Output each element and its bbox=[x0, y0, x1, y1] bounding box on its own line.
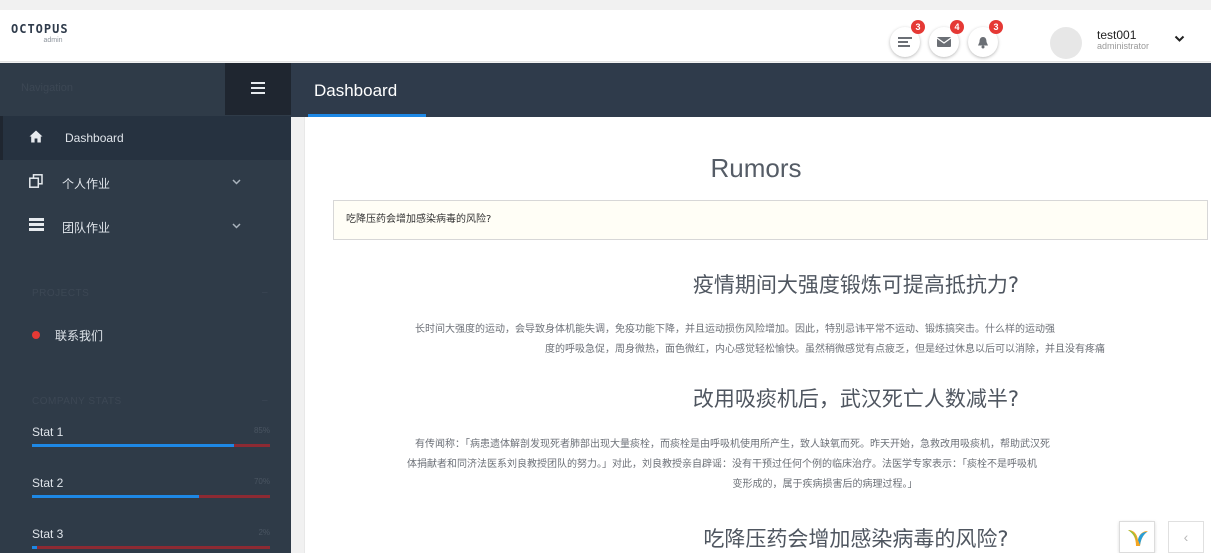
sidebar-item-label: 个人作业 bbox=[62, 177, 111, 191]
stat-percent: 85% bbox=[253, 426, 270, 435]
tasks-icon bbox=[898, 37, 912, 47]
help-widget-button[interactable] bbox=[1119, 521, 1155, 553]
stat-label: Stat 3 bbox=[32, 527, 64, 541]
user-name[interactable]: test001 bbox=[1097, 28, 1136, 42]
stat-progress-fill bbox=[32, 495, 199, 498]
bird-logo-icon bbox=[1128, 530, 1148, 546]
stat-label: Stat 1 bbox=[32, 425, 64, 439]
mail-badge: 4 bbox=[950, 20, 964, 34]
stat-progress-track bbox=[32, 495, 270, 498]
projects-collapse-icon: – bbox=[262, 287, 268, 298]
tasks-badge: 3 bbox=[911, 20, 925, 34]
copy-icon bbox=[29, 174, 43, 188]
app-window: OCTOPUS admin 3 4 3 test001 administrato… bbox=[0, 0, 1211, 553]
stat-progress-track bbox=[32, 444, 270, 447]
rumor-line: 度的呼吸急促，周身微热，面色微红，内心感觉轻松愉快。虽然稍微感觉有点疲乏，但是经… bbox=[545, 344, 1105, 355]
rumor-title: 改用吸痰机后，武汉死亡人数减半? bbox=[692, 387, 1020, 411]
projects-section-title: PROJECTS bbox=[32, 288, 90, 299]
chevron-down-icon bbox=[232, 179, 241, 185]
rumor-title: 疫情期间大强度锻炼可提高抵抗力? bbox=[692, 273, 1020, 297]
avatar[interactable] bbox=[1050, 27, 1082, 59]
stat-item: Stat 2 70% bbox=[32, 476, 270, 504]
company-stats-section-title: COMPANY STATS bbox=[32, 396, 122, 407]
rumor-body: 有传闻称：「病患遗体解剖发现死者肺部出现大量痰栓，而痰栓是由呼吸机使用所产生，致… bbox=[407, 435, 1211, 495]
user-role: administrator bbox=[1097, 41, 1150, 51]
main-content: Rumors 吃降压药会增加感染病毒的风险? 疫情期间大强度锻炼可提高抵抗力? … bbox=[291, 117, 1211, 553]
stat-progress-fill bbox=[32, 444, 235, 447]
page-title: Dashboard bbox=[314, 81, 398, 100]
bell-icon bbox=[978, 37, 988, 49]
sidebar: Navigation Dashboard 个人作业 团队作业 PROJECTS … bbox=[0, 63, 291, 553]
search-input[interactable]: 吃降压药会增加感染病毒的风险? bbox=[333, 200, 1208, 240]
stat-progress-fill bbox=[32, 546, 37, 549]
chevron-left-icon[interactable]: ‹ bbox=[1168, 521, 1204, 553]
hamburger-icon bbox=[251, 82, 265, 94]
logo-text: OCTOPUS bbox=[11, 22, 69, 36]
stat-item: Stat 1 85% bbox=[32, 425, 270, 453]
stats-collapse-icon: – bbox=[262, 395, 268, 406]
list-icon bbox=[29, 218, 44, 231]
top-header: OCTOPUS admin 3 4 3 test001 administrato… bbox=[0, 10, 1211, 62]
mail-button[interactable]: 4 bbox=[929, 20, 964, 57]
sidebar-item-contact[interactable]: 联系我们 bbox=[55, 327, 103, 344]
tasks-button[interactable]: 3 bbox=[890, 20, 925, 57]
rumors-card: Rumors 吃降压药会增加感染病毒的风险? 疫情期间大强度锻炼可提高抵抗力? … bbox=[304, 117, 1211, 553]
rumor-body: 长时间大强度的运动，会导致身体机能失调，免疫功能下降，并且运动损伤风险增加。因此… bbox=[415, 320, 1211, 360]
sidebar-item-personal-assignments[interactable]: 个人作业 bbox=[0, 160, 291, 204]
rumor-line: 长时间大强度的运动，会导致身体机能失调，免疫功能下降，并且运动损伤风险增加。因此… bbox=[415, 324, 1055, 335]
sidebar-header: Navigation bbox=[0, 63, 291, 115]
rumors-heading: Rumors bbox=[710, 153, 802, 183]
stat-percent: 70% bbox=[253, 477, 270, 486]
rumor-line: 有传闻称：「病患遗体解剖发现死者肺部出现大量痰栓，而痰栓是由呼吸机使用所产生，致… bbox=[415, 439, 1050, 450]
home-icon bbox=[29, 130, 43, 143]
sidebar-item-label: 团队作业 bbox=[62, 221, 111, 235]
logo[interactable]: OCTOPUS admin bbox=[11, 23, 69, 44]
chevron-down-icon bbox=[232, 223, 241, 229]
logo-subtitle: admin bbox=[43, 37, 63, 44]
rumor-title: 吃降压药会增加感染病毒的风险? bbox=[703, 527, 1009, 551]
stat-item: Stat 3 2% bbox=[32, 527, 270, 553]
page-header: Dashboard bbox=[291, 63, 1211, 117]
mail-icon bbox=[937, 37, 951, 47]
stat-percent: 2% bbox=[258, 528, 270, 537]
rumor-line: 变形成的，属于疾病损害后的病理过程。」 bbox=[732, 479, 918, 490]
status-dot-icon bbox=[32, 331, 40, 339]
stat-progress-track bbox=[32, 546, 270, 549]
notifications-badge: 3 bbox=[989, 20, 1003, 34]
stat-label: Stat 2 bbox=[32, 476, 64, 490]
sidebar-title: Navigation bbox=[21, 82, 73, 94]
rumor-line: 体捐献者和同济法医系刘良教授团队的努力。」对此，刘良教授亲自辟谣：没有干预过任何… bbox=[407, 459, 1037, 470]
sidebar-item-dashboard[interactable]: Dashboard bbox=[0, 116, 291, 160]
notifications-button[interactable]: 3 bbox=[968, 20, 1003, 57]
chevron-down-icon[interactable] bbox=[1174, 35, 1185, 43]
sidebar-item-team-assignments[interactable]: 团队作业 bbox=[0, 204, 291, 248]
sidebar-item-label: Dashboard bbox=[65, 131, 124, 145]
menu-toggle-button[interactable] bbox=[225, 63, 291, 115]
